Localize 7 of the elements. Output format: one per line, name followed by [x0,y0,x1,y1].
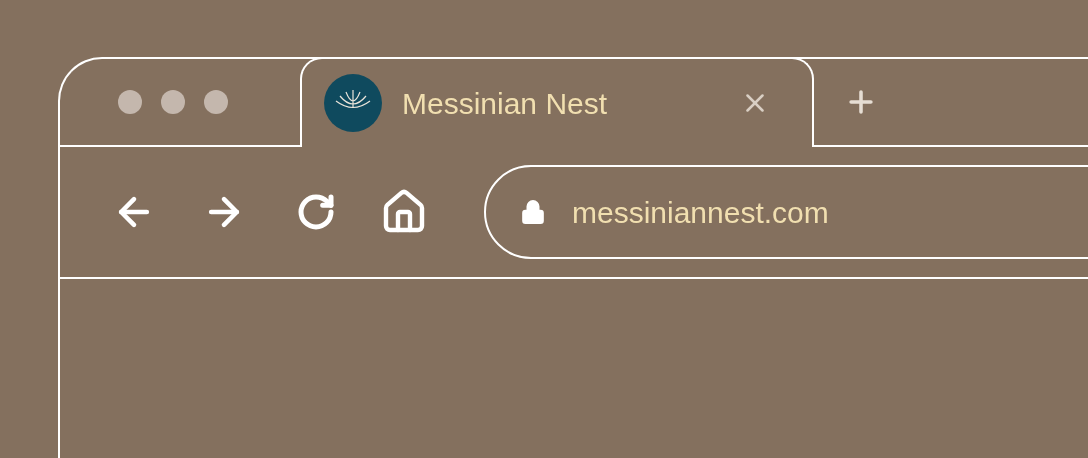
address-bar[interactable]: messiniannest.com [484,165,1088,259]
reload-icon[interactable] [296,192,336,232]
lock-icon [520,199,546,225]
url-text: messiniannest.com [572,194,829,231]
logo-icon [324,74,382,132]
browser-tab[interactable]: Messinian Nest [300,57,814,147]
tab-title: Messinian Nest [402,85,609,122]
